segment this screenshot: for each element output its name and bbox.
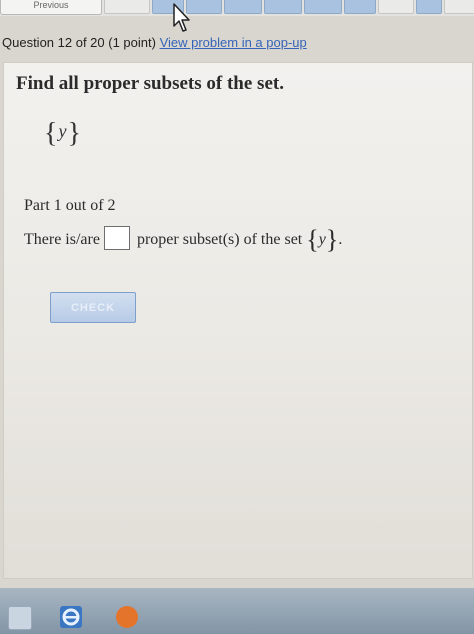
- question-nav-box[interactable]: [304, 0, 342, 14]
- statement-before: There is/are: [24, 231, 100, 248]
- question-nav-bar: Previous: [0, 0, 474, 16]
- set-open-brace: {: [44, 118, 59, 149]
- question-nav-box[interactable]: [378, 0, 414, 14]
- firefox-icon[interactable]: [116, 606, 138, 628]
- statement-end: .: [338, 231, 343, 248]
- inline-set-element: y: [318, 231, 326, 248]
- question-nav-box[interactable]: [104, 0, 150, 14]
- problem-panel: Find all proper subsets of the set. {y} …: [3, 62, 473, 579]
- question-info: Question 12 of 20 (1 point): [2, 35, 156, 50]
- problem-title: Find all proper subsets of the set.: [16, 73, 284, 94]
- answer-input[interactable]: [103, 226, 130, 250]
- taskbar: [0, 588, 474, 634]
- question-header: Question 12 of 20 (1 point) View problem…: [2, 35, 474, 50]
- part-statement: There is/are proper subset(s) of the set…: [24, 225, 464, 255]
- window-icon[interactable]: [8, 606, 32, 630]
- check-button-label: CHECK: [70, 301, 116, 314]
- cursor-arrow-icon: [173, 3, 190, 32]
- previous-tab-label: Previous: [33, 0, 69, 10]
- set-close-brace: }: [67, 118, 82, 149]
- part-label: Part 1 out of 2: [24, 197, 116, 214]
- inline-set-close: }: [325, 225, 339, 254]
- check-button[interactable]: CHECK: [50, 292, 136, 323]
- question-nav-box[interactable]: [444, 0, 474, 14]
- ie-browser-icon[interactable]: [60, 606, 82, 628]
- set-display: {y}: [44, 118, 82, 150]
- question-nav-box[interactable]: [344, 0, 376, 14]
- statement-after: proper subset(s) of the set: [136, 231, 303, 248]
- question-nav-box[interactable]: [264, 0, 302, 14]
- question-nav-box[interactable]: [416, 0, 442, 14]
- view-popup-link[interactable]: View problem in a pop-up: [160, 35, 307, 50]
- inline-set: {y}: [306, 225, 338, 254]
- inline-set-open: {: [306, 225, 319, 254]
- previous-question-tab[interactable]: Previous: [0, 0, 102, 15]
- question-nav-box[interactable]: [224, 0, 262, 14]
